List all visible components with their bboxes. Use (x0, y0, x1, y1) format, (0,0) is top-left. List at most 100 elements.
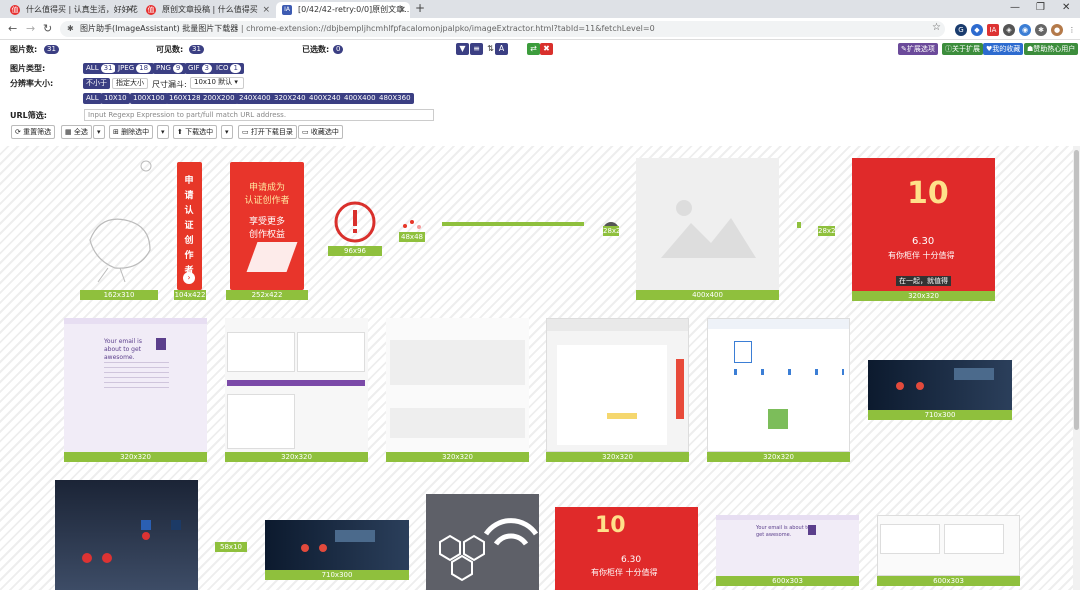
back-icon[interactable]: ← (8, 21, 17, 37)
size-funnel-label: 尺寸漏斗: (152, 80, 187, 89)
page-title: 图片助手(ImageAssistant) 批量图片下载器 (80, 24, 239, 33)
creator-poster-image: 申请成为 认证创作者 享受更多 创作权益 (230, 162, 304, 290)
size-caption: 96x96 (328, 246, 382, 256)
tab-label: 原创文章投稿 | 什么值得买 (162, 5, 258, 14)
tab-label: [0/42/42-retry:0/0]原创文章... (298, 5, 410, 14)
mode-not-less-button[interactable]: 不小于 (83, 78, 110, 89)
size-chip[interactable]: 100X100 (130, 93, 168, 104)
type-all-chip[interactable]: ALL 31 (83, 63, 119, 74)
download-dropdown-icon[interactable]: ▾ (221, 125, 233, 139)
close-window-icon[interactable]: ✕ (1062, 0, 1070, 16)
size-caption: 320x320 (852, 291, 995, 301)
smzdm-icon: 值 (10, 5, 20, 15)
whale-sketch-image (80, 160, 158, 290)
size-caption: 710x300 (265, 570, 409, 580)
size-chip[interactable]: 200X200 (200, 93, 238, 104)
image-count-badge: 31 (44, 45, 59, 54)
open-directory-button[interactable]: ▭ 打开下载目录 (238, 125, 297, 139)
size-chip[interactable]: 240X400 (236, 93, 274, 104)
extension-icon: ✱ (67, 24, 74, 33)
my-favorites-button[interactable]: ♥我的收藏 (983, 43, 1024, 55)
promo-banner-image: 10 6.30 有你柜伴 十分值得 (555, 507, 698, 590)
avatar[interactable]: ● (1051, 24, 1063, 36)
size-caption: 104x422 (174, 290, 206, 300)
delete-dropdown-icon[interactable]: ▾ (157, 125, 169, 139)
confetti-image (399, 216, 425, 232)
size-caption: 252x422 (226, 290, 308, 300)
size-select[interactable]: 10x10 默认 ▾ (190, 77, 244, 89)
selected-count-label: 已选数: (302, 45, 330, 54)
extensions-puzzle-icon[interactable]: ✱ (1035, 24, 1047, 36)
size-caption: 28x2 (818, 226, 836, 236)
clear-icon[interactable]: ✖ (540, 43, 553, 55)
select-dropdown-icon[interactable]: ▾ (93, 125, 105, 139)
select-all-button[interactable]: ▦ 全选 (61, 125, 92, 139)
size-chip[interactable]: 320X240 (271, 93, 309, 104)
close-icon[interactable]: × (398, 2, 406, 18)
refilter-button[interactable]: ⟳ 重置筛选 (11, 125, 56, 139)
donate-button[interactable]: ☗赞助热心用户 (1024, 43, 1079, 55)
type-ico-chip[interactable]: ICO 1 (213, 63, 244, 74)
email-page-image: Your email is about to get awesome. (64, 318, 207, 452)
minimize-icon[interactable]: — (1010, 0, 1020, 16)
url-regex-input[interactable]: Input Regexp Expression to part/full mat… (84, 109, 434, 121)
type-jpeg-chip[interactable]: JPEG 18 (115, 63, 155, 74)
editor-screenshot-image (877, 515, 1020, 576)
url-filter-label: URL筛选: (10, 111, 47, 120)
reload-icon[interactable]: ↻ (43, 21, 52, 37)
sort-desc-icon[interactable]: ≡ (470, 43, 483, 55)
tab-smzdm-home[interactable]: 值 什么值得买 | 认真生活，好好花钱 × (4, 2, 138, 18)
size-caption: 320x320 (386, 452, 529, 462)
new-tab-icon[interactable]: + (415, 1, 425, 15)
creator-banner-image: 申请认证创作者 › (177, 162, 202, 290)
ia-icon: IA (282, 5, 292, 15)
dashboard-screenshot-image (707, 318, 850, 452)
menu-icon[interactable]: ⋮ (1066, 24, 1078, 36)
size-chip[interactable]: 400X400 (341, 93, 379, 104)
size-chip[interactable]: 10X10 (101, 93, 130, 104)
type-png-chip[interactable]: PNG 9 (153, 63, 187, 74)
close-icon[interactable]: × (126, 2, 134, 18)
download-selected-button[interactable]: ⬆ 下载选中 (173, 125, 218, 139)
size-caption: 600x303 (877, 576, 1020, 586)
close-icon[interactable]: × (262, 2, 270, 18)
size-chip[interactable]: 480X360 (376, 93, 414, 104)
star-icon[interactable]: ☆ (932, 20, 941, 36)
size-caption: 710x300 (868, 410, 1012, 420)
tab-smzdm-post[interactable]: 值 原创文章投稿 | 什么值得买 × (140, 2, 274, 18)
ext-ia-icon[interactable]: IA (987, 24, 999, 36)
tab-image-assistant[interactable]: IA [0/42/42-retry:0/0]原创文章... × (276, 2, 410, 18)
ext-blue-icon[interactable]: ◆ (971, 24, 983, 36)
size-caption: 28x2 (603, 226, 621, 236)
size-caption: 400x400 (636, 290, 779, 300)
maximize-icon[interactable]: ❐ (1036, 0, 1045, 16)
tiny-image (797, 222, 801, 228)
size-chip[interactable]: 400X240 (306, 93, 344, 104)
size-chip[interactable]: ALL (83, 93, 102, 104)
mode-exact-button[interactable]: 指定大小 (112, 78, 148, 89)
swap-icon[interactable]: ⇄ (527, 43, 540, 55)
size-caption: 162x310 (80, 290, 158, 300)
ext-cat-icon[interactable]: ◉ (1019, 24, 1031, 36)
visible-count-label: 可见数: (156, 45, 184, 54)
image-count-label: 图片数: (10, 45, 38, 54)
promo-image: 10 6.30 有你柜伴 十分值得 在一起，就值得 (852, 158, 995, 291)
browser-screenshot-image (546, 318, 689, 452)
size-caption: 320x320 (707, 452, 850, 462)
scrollbar-thumb[interactable] (1074, 150, 1079, 430)
line-image (442, 222, 584, 226)
filter-icon[interactable]: ▼ (456, 43, 469, 55)
size-caption: 48x48 (399, 232, 425, 242)
email-page-image: Your email is about to get awesome. (716, 515, 859, 576)
ext-shield-icon[interactable]: ◈ (1003, 24, 1015, 36)
view-a-icon[interactable]: A (495, 43, 508, 55)
size-chip[interactable]: 160X128 (166, 93, 204, 104)
about-button[interactable]: ⓘ关于扩展 (942, 43, 983, 55)
url-field[interactable]: ✱ 图片助手(ImageAssistant) 批量图片下载器 | chrome-… (60, 21, 945, 37)
type-gif-chip[interactable]: GIF 3 (185, 63, 215, 74)
forward-icon[interactable]: → (26, 21, 35, 37)
delete-selected-button[interactable]: ⊞ 删除选中 (109, 125, 154, 139)
favorite-selected-button[interactable]: ▭ 收藏选中 (298, 125, 343, 139)
ext-g-icon[interactable]: G (955, 24, 967, 36)
ext-options-button[interactable]: ✎扩展选项 (898, 43, 938, 55)
